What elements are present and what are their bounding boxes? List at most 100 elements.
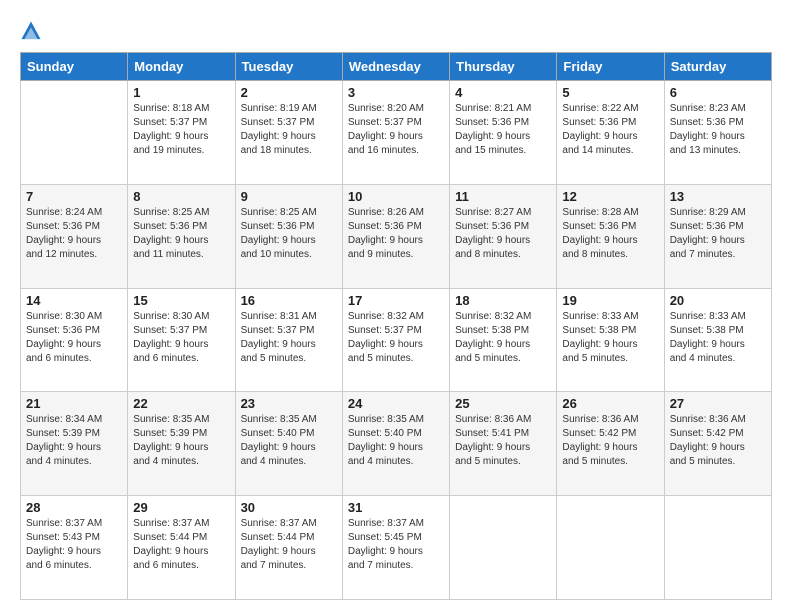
calendar-cell: 27Sunrise: 8:36 AMSunset: 5:42 PMDayligh… [664, 392, 771, 496]
calendar-cell: 18 Sunrise: 8:32 AMSunset: 5:38 PMDayligh… [450, 288, 557, 392]
cell-info: Sunrise: 8:32 AMSunset: 5:37 PMDaylight:… [348, 310, 444, 366]
cell-info: Sunrise: 8:30 AMSunset: 5:37 PMDaylight:… [133, 310, 229, 366]
day-number: 8 [133, 189, 229, 204]
calendar-week-row: 28 Sunrise: 8:37 AMSunset: 5:43 PMDayligh… [21, 496, 772, 600]
calendar-cell: 22 Sunrise: 8:35 AMSunset: 5:39 PMDayligh… [128, 392, 235, 496]
cell-info: Sunrise: 8:26 AMSunset: 5:36 PMDaylight:… [348, 206, 444, 262]
day-number: 24 [348, 396, 444, 411]
calendar-cell: 13Sunrise: 8:29 AMSunset: 5:36 PMDayligh… [664, 184, 771, 288]
calendar-cell: 25 Sunrise: 8:36 AMSunset: 5:41 PMDayligh… [450, 392, 557, 496]
calendar-cell: 3 Sunrise: 8:20 AMSunset: 5:37 PMDaylight… [342, 81, 449, 185]
day-number: 25 [455, 396, 551, 411]
calendar-cell: 19 Sunrise: 8:33 AMSunset: 5:38 PMDayligh… [557, 288, 664, 392]
calendar-week-row: 1 Sunrise: 8:18 AMSunset: 5:37 PMDaylight… [21, 81, 772, 185]
page: SundayMondayTuesdayWednesdayThursdayFrid… [0, 0, 792, 612]
cell-info: Sunrise: 8:32 AMSunset: 5:38 PMDaylight:… [455, 310, 551, 366]
cell-info: Sunrise: 8:25 AMSunset: 5:36 PMDaylight:… [241, 206, 337, 262]
logo [20, 22, 44, 42]
calendar-week-row: 21Sunrise: 8:34 AMSunset: 5:39 PMDayligh… [21, 392, 772, 496]
cell-info: Sunrise: 8:33 AMSunset: 5:38 PMDaylight:… [670, 310, 766, 366]
day-number: 26 [562, 396, 658, 411]
calendar-cell: 2 Sunrise: 8:19 AMSunset: 5:37 PMDaylight… [235, 81, 342, 185]
cell-info: Sunrise: 8:28 AMSunset: 5:36 PMDaylight:… [562, 206, 658, 262]
calendar-cell [664, 496, 771, 600]
cell-info: Sunrise: 8:35 AMSunset: 5:40 PMDaylight:… [241, 413, 337, 469]
day-number: 30 [241, 500, 337, 515]
calendar-cell: 16 Sunrise: 8:31 AMSunset: 5:37 PMDayligh… [235, 288, 342, 392]
calendar-cell: 17Sunrise: 8:32 AMSunset: 5:37 PMDayligh… [342, 288, 449, 392]
calendar-cell: 11 Sunrise: 8:27 AMSunset: 5:36 PMDayligh… [450, 184, 557, 288]
day-number: 29 [133, 500, 229, 515]
day-number: 31 [348, 500, 444, 515]
cell-info: Sunrise: 8:37 AMSunset: 5:44 PMDaylight:… [241, 517, 337, 573]
cell-info: Sunrise: 8:33 AMSunset: 5:38 PMDaylight:… [562, 310, 658, 366]
calendar-table: SundayMondayTuesdayWednesdayThursdayFrid… [20, 52, 772, 600]
day-number: 11 [455, 189, 551, 204]
weekday-header-friday: Friday [557, 53, 664, 81]
calendar-cell: 1 Sunrise: 8:18 AMSunset: 5:37 PMDaylight… [128, 81, 235, 185]
calendar-cell: 8Sunrise: 8:25 AMSunset: 5:36 PMDaylight… [128, 184, 235, 288]
calendar-cell: 6 Sunrise: 8:23 AMSunset: 5:36 PMDaylight… [664, 81, 771, 185]
weekday-header-tuesday: Tuesday [235, 53, 342, 81]
cell-info: Sunrise: 8:36 AMSunset: 5:42 PMDaylight:… [562, 413, 658, 469]
day-number: 19 [562, 293, 658, 308]
day-number: 3 [348, 85, 444, 100]
cell-info: Sunrise: 8:37 AMSunset: 5:44 PMDaylight:… [133, 517, 229, 573]
day-number: 20 [670, 293, 766, 308]
calendar-cell: 20 Sunrise: 8:33 AMSunset: 5:38 PMDayligh… [664, 288, 771, 392]
weekday-header-saturday: Saturday [664, 53, 771, 81]
calendar-cell [450, 496, 557, 600]
calendar-cell: 12Sunrise: 8:28 AMSunset: 5:36 PMDayligh… [557, 184, 664, 288]
day-number: 4 [455, 85, 551, 100]
calendar-cell: 28 Sunrise: 8:37 AMSunset: 5:43 PMDayligh… [21, 496, 128, 600]
day-number: 18 [455, 293, 551, 308]
day-number: 14 [26, 293, 122, 308]
calendar-cell: 4 Sunrise: 8:21 AMSunset: 5:36 PMDaylight… [450, 81, 557, 185]
day-number: 22 [133, 396, 229, 411]
cell-info: Sunrise: 8:35 AMSunset: 5:40 PMDaylight:… [348, 413, 444, 469]
day-number: 6 [670, 85, 766, 100]
day-number: 5 [562, 85, 658, 100]
calendar-cell: 7Sunrise: 8:24 AMSunset: 5:36 PMDaylight… [21, 184, 128, 288]
calendar-cell: 5 Sunrise: 8:22 AMSunset: 5:36 PMDaylight… [557, 81, 664, 185]
cell-info: Sunrise: 8:35 AMSunset: 5:39 PMDaylight:… [133, 413, 229, 469]
cell-info: Sunrise: 8:36 AMSunset: 5:42 PMDaylight:… [670, 413, 766, 469]
calendar-cell: 10Sunrise: 8:26 AMSunset: 5:36 PMDayligh… [342, 184, 449, 288]
cell-info: Sunrise: 8:30 AMSunset: 5:36 PMDaylight:… [26, 310, 122, 366]
logo-icon [20, 20, 42, 42]
day-number: 21 [26, 396, 122, 411]
cell-info: Sunrise: 8:31 AMSunset: 5:37 PMDaylight:… [241, 310, 337, 366]
day-number: 16 [241, 293, 337, 308]
calendar-cell: 24 Sunrise: 8:35 AMSunset: 5:40 PMDayligh… [342, 392, 449, 496]
day-number: 15 [133, 293, 229, 308]
cell-info: Sunrise: 8:21 AMSunset: 5:36 PMDaylight:… [455, 102, 551, 158]
calendar-cell: 23 Sunrise: 8:35 AMSunset: 5:40 PMDayligh… [235, 392, 342, 496]
cell-info: Sunrise: 8:23 AMSunset: 5:36 PMDaylight:… [670, 102, 766, 158]
day-number: 2 [241, 85, 337, 100]
calendar-cell [557, 496, 664, 600]
cell-info: Sunrise: 8:29 AMSunset: 5:36 PMDaylight:… [670, 206, 766, 262]
cell-info: Sunrise: 8:20 AMSunset: 5:37 PMDaylight:… [348, 102, 444, 158]
day-number: 9 [241, 189, 337, 204]
weekday-header-wednesday: Wednesday [342, 53, 449, 81]
calendar-cell: 29 Sunrise: 8:37 AMSunset: 5:44 PMDayligh… [128, 496, 235, 600]
header [20, 18, 772, 42]
cell-info: Sunrise: 8:37 AMSunset: 5:45 PMDaylight:… [348, 517, 444, 573]
day-number: 1 [133, 85, 229, 100]
cell-info: Sunrise: 8:27 AMSunset: 5:36 PMDaylight:… [455, 206, 551, 262]
cell-info: Sunrise: 8:22 AMSunset: 5:36 PMDaylight:… [562, 102, 658, 158]
day-number: 23 [241, 396, 337, 411]
cell-info: Sunrise: 8:18 AMSunset: 5:37 PMDaylight:… [133, 102, 229, 158]
calendar-cell: 30 Sunrise: 8:37 AMSunset: 5:44 PMDayligh… [235, 496, 342, 600]
cell-info: Sunrise: 8:37 AMSunset: 5:43 PMDaylight:… [26, 517, 122, 573]
day-number: 7 [26, 189, 122, 204]
calendar-week-row: 7Sunrise: 8:24 AMSunset: 5:36 PMDaylight… [21, 184, 772, 288]
cell-info: Sunrise: 8:36 AMSunset: 5:41 PMDaylight:… [455, 413, 551, 469]
day-number: 28 [26, 500, 122, 515]
calendar-cell: 14 Sunrise: 8:30 AMSunset: 5:36 PMDayligh… [21, 288, 128, 392]
calendar-cell [21, 81, 128, 185]
cell-info: Sunrise: 8:19 AMSunset: 5:37 PMDaylight:… [241, 102, 337, 158]
calendar-cell: 15 Sunrise: 8:30 AMSunset: 5:37 PMDayligh… [128, 288, 235, 392]
weekday-header-sunday: Sunday [21, 53, 128, 81]
weekday-header-row: SundayMondayTuesdayWednesdayThursdayFrid… [21, 53, 772, 81]
